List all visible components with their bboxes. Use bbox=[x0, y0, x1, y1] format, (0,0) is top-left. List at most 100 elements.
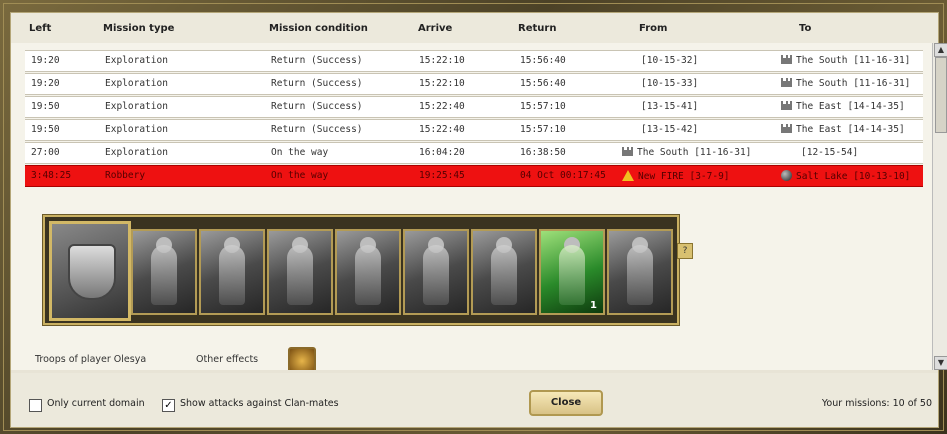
troop-slot[interactable] bbox=[403, 229, 469, 315]
from-label: The South [11-16-31] bbox=[637, 147, 752, 158]
col-mission-condition[interactable]: Mission condition bbox=[269, 23, 368, 34]
footer: Only current domain ✓ Show attacks again… bbox=[11, 373, 938, 427]
cell-condition: Return (Success) bbox=[271, 101, 363, 112]
col-left[interactable]: Left bbox=[29, 23, 51, 34]
cell-arrive: 15:22:40 bbox=[419, 124, 465, 135]
from-label: New FIRE [3-7-9] bbox=[638, 171, 730, 182]
to-label: Salt Lake [10-13-10] bbox=[796, 171, 911, 182]
cell-to[interactable]: The South [11-16-31] bbox=[781, 55, 910, 66]
col-to[interactable]: To bbox=[799, 23, 811, 34]
cell-arrive: 15:22:10 bbox=[419, 78, 465, 89]
cell-type: Exploration bbox=[105, 147, 168, 158]
cell-left: 19:20 bbox=[31, 55, 60, 66]
scroll-up-icon[interactable]: ▲ bbox=[934, 43, 947, 57]
cell-to[interactable]: The East [14-14-35] bbox=[781, 101, 905, 112]
cell-arrive: 15:22:40 bbox=[419, 101, 465, 112]
cell-to[interactable]: [12-15-54] bbox=[801, 147, 858, 158]
table-row[interactable]: 19:50 Exploration Return (Success) 15:22… bbox=[25, 96, 923, 118]
cell-to[interactable]: The East [14-14-35] bbox=[781, 124, 905, 135]
cell-condition: Return (Success) bbox=[271, 124, 363, 135]
cell-left: 27:00 bbox=[31, 147, 60, 158]
cell-type: Exploration bbox=[105, 55, 168, 66]
cell-type: Exploration bbox=[105, 78, 168, 89]
cell-to[interactable]: The South [11-16-31] bbox=[781, 78, 910, 89]
cell-from[interactable]: [10-15-33] bbox=[641, 78, 698, 89]
cell-from[interactable]: The South [11-16-31] bbox=[622, 147, 751, 158]
cell-type: Robbery bbox=[105, 170, 146, 181]
troop-slot[interactable] bbox=[471, 229, 537, 315]
location-icon bbox=[781, 170, 792, 181]
to-label: The South [11-16-31] bbox=[796, 78, 911, 89]
cell-type: Exploration bbox=[105, 124, 168, 135]
table-header: Left Mission type Mission condition Arri… bbox=[11, 13, 938, 43]
troops-owner-label: Troops of player Olesya bbox=[35, 354, 147, 365]
table-row[interactable]: 19:20 Exploration Return (Success) 15:22… bbox=[25, 50, 923, 72]
cell-left: 19:50 bbox=[31, 124, 60, 135]
scroll-thumb[interactable] bbox=[935, 57, 947, 133]
cell-arrive: 19:25:45 bbox=[419, 170, 465, 181]
castle-icon bbox=[781, 124, 792, 133]
cell-from[interactable]: [13-15-41] bbox=[641, 101, 698, 112]
only-domain-label[interactable]: Only current domain bbox=[47, 398, 145, 409]
window-frame: Left Mission type Mission condition Arri… bbox=[0, 0, 947, 434]
troop-slot[interactable] bbox=[131, 229, 197, 315]
cell-left: 19:20 bbox=[31, 78, 60, 89]
missions-list: 19:20 Exploration Return (Success) 15:22… bbox=[11, 43, 932, 370]
castle-icon bbox=[781, 55, 792, 64]
cell-type: Exploration bbox=[105, 101, 168, 112]
cell-left: 19:50 bbox=[31, 101, 60, 112]
close-button[interactable]: Close bbox=[529, 390, 603, 416]
troop-slot[interactable] bbox=[199, 229, 265, 315]
troop-slot[interactable] bbox=[335, 229, 401, 315]
cell-condition: On the way bbox=[271, 147, 329, 158]
missions-counter: Your missions: 10 of 50 bbox=[821, 398, 932, 409]
cell-return: 16:38:50 bbox=[520, 147, 566, 158]
col-from[interactable]: From bbox=[639, 23, 667, 34]
cell-arrive: 16:04:20 bbox=[419, 147, 465, 158]
cell-condition: Return (Success) bbox=[271, 55, 363, 66]
table-row[interactable]: 19:20 Exploration Return (Success) 15:22… bbox=[25, 73, 923, 95]
castle-icon bbox=[622, 147, 633, 156]
cell-return: 04 Oct 00:17:45 bbox=[520, 170, 606, 181]
troops-panel: 1 bbox=[43, 215, 679, 325]
col-return[interactable]: Return bbox=[518, 23, 556, 34]
cell-from[interactable]: [10-15-32] bbox=[641, 55, 698, 66]
cell-return: 15:57:10 bbox=[520, 101, 566, 112]
help-icon[interactable]: ? bbox=[677, 243, 693, 259]
effects-icon[interactable] bbox=[288, 347, 316, 370]
show-attacks-label[interactable]: Show attacks against Clan-mates bbox=[180, 398, 339, 409]
cell-condition: On the way bbox=[271, 170, 329, 181]
cell-from[interactable]: New FIRE [3-7-9] bbox=[622, 170, 730, 182]
cell-to[interactable]: Salt Lake [10-13-10] bbox=[781, 170, 910, 182]
castle-icon bbox=[781, 78, 792, 87]
castle-icon bbox=[781, 101, 792, 110]
warning-icon bbox=[622, 170, 634, 181]
shield-icon bbox=[68, 244, 116, 300]
table-row[interactable]: 19:50 Exploration Return (Success) 15:22… bbox=[25, 119, 923, 141]
cell-return: 15:56:40 bbox=[520, 78, 566, 89]
troop-slot-active[interactable]: 1 bbox=[539, 229, 605, 315]
missions-panel: Left Mission type Mission condition Arri… bbox=[10, 12, 947, 428]
troop-count: 1 bbox=[590, 300, 597, 311]
table-row-highlighted[interactable]: 3:48:25 Robbery On the way 19:25:45 04 O… bbox=[25, 165, 923, 187]
to-label: The East [14-14-35] bbox=[796, 124, 905, 135]
clan-emblem bbox=[49, 221, 131, 321]
cell-return: 15:56:40 bbox=[520, 55, 566, 66]
troop-slot[interactable] bbox=[607, 229, 673, 315]
cell-arrive: 15:22:10 bbox=[419, 55, 465, 66]
scroll-down-icon[interactable]: ▼ bbox=[934, 356, 947, 370]
other-effects-label: Other effects bbox=[196, 354, 259, 365]
show-attacks-checkbox[interactable]: ✓ bbox=[162, 399, 175, 412]
only-domain-checkbox[interactable] bbox=[29, 399, 42, 412]
col-mission-type[interactable]: Mission type bbox=[103, 23, 174, 34]
table-row[interactable]: 27:00 Exploration On the way 16:04:20 16… bbox=[25, 142, 923, 164]
cell-return: 15:57:10 bbox=[520, 124, 566, 135]
cell-from[interactable]: [13-15-42] bbox=[641, 124, 698, 135]
col-arrive[interactable]: Arrive bbox=[418, 23, 452, 34]
to-label: The East [14-14-35] bbox=[796, 101, 905, 112]
troop-slot[interactable] bbox=[267, 229, 333, 315]
cell-left: 3:48:25 bbox=[31, 170, 72, 181]
vertical-scrollbar[interactable]: ▲ ▼ bbox=[932, 43, 947, 370]
cell-condition: Return (Success) bbox=[271, 78, 363, 89]
to-label: The South [11-16-31] bbox=[796, 55, 911, 66]
